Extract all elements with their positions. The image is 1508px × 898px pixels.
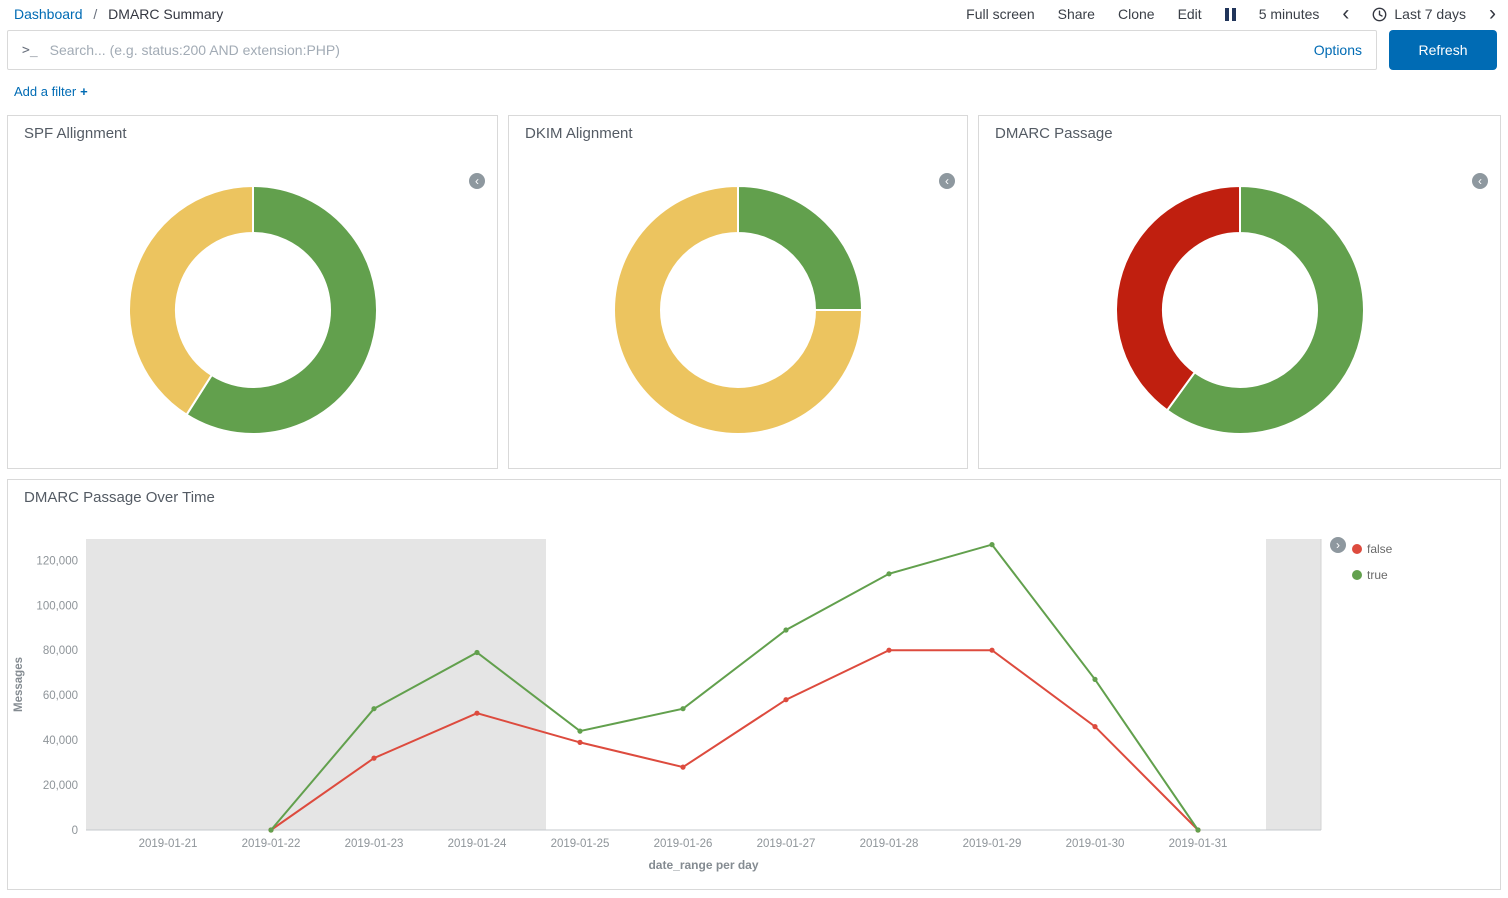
search-input[interactable] — [48, 41, 1304, 59]
breadcrumb: Dashboard / DMARC Summary — [14, 6, 223, 22]
y-tick-label: 100,000 — [36, 600, 78, 612]
menu-full-screen[interactable]: Full screen — [966, 6, 1034, 22]
menu-clone[interactable]: Clone — [1118, 6, 1155, 22]
top-menu: Full screen Share Clone Edit 5 minutes ‹… — [966, 6, 1496, 22]
x-tick-label: 2019-01-26 — [654, 838, 713, 850]
x-tick-label: 2019-01-24 — [448, 838, 507, 850]
chart-legend: false true — [1352, 536, 1392, 588]
search-bar: >_ Options — [7, 30, 1377, 70]
plus-icon: + — [80, 84, 88, 99]
data-point-false[interactable] — [680, 765, 685, 770]
y-tick-label: 60,000 — [43, 690, 78, 702]
time-range-label: Last 7 days — [1394, 6, 1466, 22]
dashboard-grid: SPF Allignment ‹ DKIM Alignment ‹ DMARC … — [0, 115, 1508, 890]
dmarc-donut-chart — [1110, 180, 1370, 445]
donut-slice[interactable] — [1115, 186, 1239, 410]
menu-share[interactable]: Share — [1058, 6, 1095, 22]
data-point-false[interactable] — [474, 711, 479, 716]
legend-dot-false — [1352, 544, 1362, 554]
x-tick-label: 2019-01-29 — [963, 838, 1022, 850]
query-bar: >_ Options Refresh — [0, 26, 1508, 70]
add-filter-link[interactable]: Add a filter + — [14, 84, 88, 99]
legend-item-true[interactable]: true — [1352, 562, 1392, 588]
data-point-false[interactable] — [886, 648, 891, 653]
donut-svg — [608, 180, 868, 440]
data-point-true[interactable] — [680, 706, 685, 711]
time-range-picker[interactable]: Last 7 days — [1372, 6, 1466, 22]
x-tick-label: 2019-01-28 — [860, 838, 919, 850]
add-filter-label: Add a filter — [14, 84, 76, 99]
data-point-false[interactable] — [371, 756, 376, 761]
panel-dmarc-passage-over-time: DMARC Passage Over Time 0 20,000 40,000 60,… — [7, 479, 1501, 890]
time-bound-shade — [1266, 539, 1321, 830]
x-tick-label: 2019-01-30 — [1066, 838, 1125, 850]
x-tick-label: 2019-01-22 — [242, 838, 301, 850]
data-point-true[interactable] — [1195, 827, 1200, 832]
data-point-true[interactable] — [474, 650, 479, 655]
y-tick-label: 40,000 — [43, 735, 78, 747]
menu-edit[interactable]: Edit — [1178, 6, 1202, 22]
data-point-false[interactable] — [1092, 724, 1097, 729]
data-point-true[interactable] — [268, 827, 273, 832]
data-point-true[interactable] — [886, 571, 891, 576]
refresh-interval-value[interactable]: 5 minutes — [1259, 6, 1320, 22]
top-navigation: Dashboard / DMARC Summary Full screen Sh… — [0, 0, 1508, 26]
x-tick-label: 2019-01-23 — [345, 838, 404, 850]
panel-dmarc-passage: DMARC Passage ‹ — [978, 115, 1501, 469]
donut-svg — [1110, 180, 1370, 440]
legend-toggle-icon[interactable]: ‹ — [939, 173, 955, 189]
y-tick-label: 120,000 — [36, 555, 78, 567]
data-point-true[interactable] — [371, 706, 376, 711]
x-tick-label: 2019-01-21 — [139, 838, 198, 850]
page-title: DMARC Summary — [108, 6, 223, 22]
panel-title-dkim: DKIM Alignment — [509, 116, 967, 142]
legend-label-true: true — [1367, 568, 1388, 582]
dkim-donut-chart — [608, 180, 868, 445]
donut-slice[interactable] — [738, 186, 862, 310]
data-point-true[interactable] — [577, 729, 582, 734]
x-axis-title: date_range per day — [648, 858, 758, 872]
y-axis-title: Messages — [13, 657, 25, 712]
data-point-true[interactable] — [783, 627, 788, 632]
line-chart-svg: 0 20,000 40,000 60,000 80,000 100,000 120,000 2… — [8, 532, 1500, 888]
data-point-false[interactable] — [577, 740, 582, 745]
panel-title-dmarc: DMARC Passage — [979, 116, 1500, 142]
panel-title-dmarc-over-time: DMARC Passage Over Time — [8, 480, 1500, 506]
legend-toggle-icon[interactable]: ‹ — [469, 173, 485, 189]
legend-dot-true — [1352, 570, 1362, 580]
panel-dkim-alignment: DKIM Alignment ‹ — [508, 115, 968, 469]
y-tick-label: 80,000 — [43, 645, 78, 657]
y-tick-label: 20,000 — [43, 780, 78, 792]
y-tick-label: 0 — [72, 825, 78, 837]
time-bound-shade — [86, 539, 546, 830]
console-prompt-icon: >_ — [22, 43, 38, 58]
legend-label-false: false — [1367, 542, 1392, 556]
legend-item-false[interactable]: false — [1352, 536, 1392, 562]
donut-svg — [123, 180, 383, 440]
clock-icon — [1372, 7, 1387, 22]
breadcrumb-separator: / — [93, 6, 97, 22]
refresh-button[interactable]: Refresh — [1389, 30, 1497, 70]
legend-toggle-icon[interactable]: › — [1330, 537, 1346, 553]
x-tick-label: 2019-01-27 — [757, 838, 816, 850]
breadcrumb-dashboard-link[interactable]: Dashboard — [14, 6, 83, 22]
x-tick-label: 2019-01-31 — [1169, 838, 1228, 850]
filter-bar: Add a filter + — [0, 70, 1508, 115]
data-point-true[interactable] — [989, 542, 994, 547]
legend-toggle-icon[interactable]: ‹ — [1472, 173, 1488, 189]
panel-title-spf: SPF Allignment — [8, 116, 497, 142]
data-point-true[interactable] — [1092, 677, 1097, 682]
donut-slice[interactable] — [128, 186, 252, 415]
options-link[interactable]: Options — [1314, 42, 1362, 58]
data-point-false[interactable] — [783, 697, 788, 702]
dmarc-line-chart[interactable]: 0 20,000 40,000 60,000 80,000 100,000 120,000 2… — [8, 532, 1500, 888]
pause-icon[interactable] — [1225, 8, 1236, 21]
panel-spf-alignment: SPF Allignment ‹ — [7, 115, 498, 469]
time-back-icon[interactable]: ‹ — [1342, 7, 1349, 21]
x-tick-label: 2019-01-25 — [551, 838, 610, 850]
data-point-false[interactable] — [989, 648, 994, 653]
spf-donut-chart — [123, 180, 383, 445]
time-forward-icon[interactable]: › — [1489, 7, 1496, 21]
